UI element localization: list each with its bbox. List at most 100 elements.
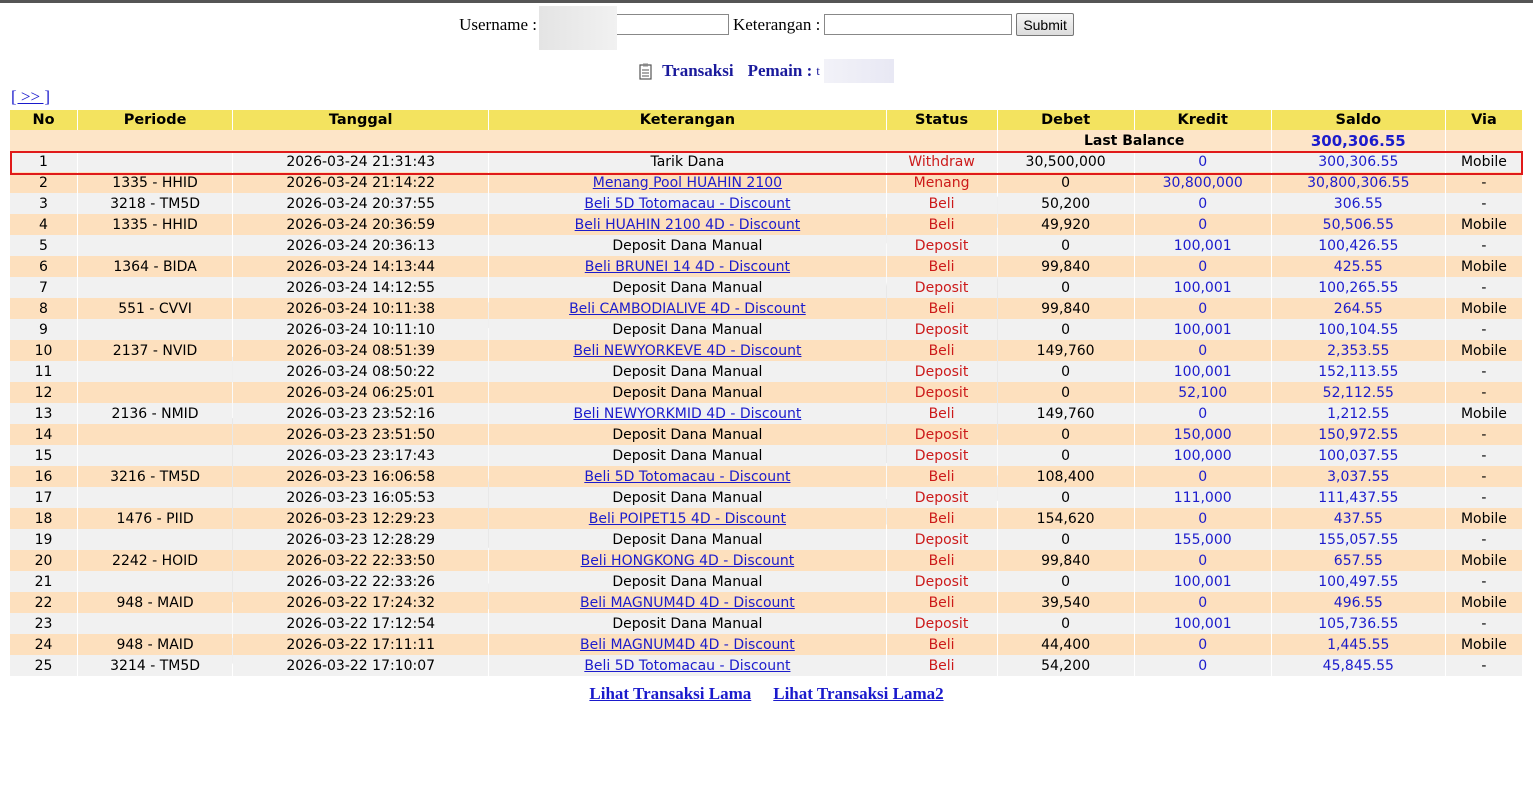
cell-periode: 2137 - NVID <box>78 340 233 361</box>
cell-tanggal: 2026-03-23 23:17:43 <box>233 445 489 466</box>
cell-status: Deposit <box>886 424 997 445</box>
transaction-detail-link[interactable]: Beli NEWYORKMID 4D - Discount <box>573 406 801 422</box>
transaction-detail-link[interactable]: Beli BRUNEI 14 4D - Discount <box>585 259 790 275</box>
cell-periode: 1476 - PIID <box>78 508 233 529</box>
cell-kredit: 0 <box>1134 151 1271 172</box>
keterangan-input[interactable] <box>824 14 1013 35</box>
table-header-row: No Periode Tanggal Keterangan Status Debet Kre… <box>10 110 1522 130</box>
cell-no: 25 <box>10 655 78 676</box>
search-form: Username : Keterangan : Submit <box>0 13 1533 36</box>
transaction-detail-link[interactable]: Beli MAGNUM4D 4D - Discount <box>580 637 795 653</box>
cell-saldo: 50,506.55 <box>1271 214 1445 235</box>
cell-status: Beli <box>886 256 997 277</box>
column-header: Via <box>1445 110 1522 130</box>
transaction-detail-link[interactable]: Beli MAGNUM4D 4D - Discount <box>580 595 795 611</box>
cell-keterangan: Deposit Dana Manual <box>489 382 886 403</box>
cell-status: Deposit <box>886 361 997 382</box>
cell-tanggal: 2026-03-23 12:29:23 <box>233 508 489 529</box>
transaction-detail-link[interactable]: Beli HUAHIN 2100 4D - Discount <box>575 217 801 233</box>
cell-via: - <box>1445 361 1522 382</box>
cell-via: Mobile <box>1445 256 1522 277</box>
table-row: 20 2242 - HOID 2026-03-22 22:33:50 Beli HON… <box>10 550 1522 571</box>
cell-no: 24 <box>10 634 78 655</box>
cell-saldo: 100,426.55 <box>1271 235 1445 256</box>
cell-kredit: 100,001 <box>1134 571 1271 592</box>
last-balance-value: 300,306.55 <box>1271 130 1445 151</box>
cell-keterangan: Beli MAGNUM4D 4D - Discount <box>489 592 886 613</box>
cell-periode: 1364 - BIDA <box>78 256 233 277</box>
transaction-detail-link[interactable]: Beli CAMBODIALIVE 4D - Discount <box>569 301 806 317</box>
cell-periode <box>78 319 233 340</box>
cell-via: Mobile <box>1445 634 1522 655</box>
cell-via: - <box>1445 424 1522 445</box>
last-balance-label: Last Balance <box>997 130 1271 151</box>
cell-periode: 3214 - TM5D <box>78 655 233 676</box>
cell-keterangan: Beli CAMBODIALIVE 4D - Discount <box>489 298 886 319</box>
transaction-detail-link[interactable]: Beli POIPET15 4D - Discount <box>589 511 786 527</box>
cell-debet: 99,840 <box>997 256 1134 277</box>
cell-saldo: 155,057.55 <box>1271 529 1445 550</box>
cell-tanggal: 2026-03-24 10:11:38 <box>233 298 489 319</box>
cell-kredit: 100,001 <box>1134 235 1271 256</box>
cell-kredit: 0 <box>1134 298 1271 319</box>
submit-button[interactable]: Submit <box>1016 13 1074 36</box>
cell-tanggal: 2026-03-23 16:06:58 <box>233 466 489 487</box>
cell-debet: 0 <box>997 529 1134 550</box>
cell-no: 12 <box>10 382 78 403</box>
cell-debet: 44,400 <box>997 634 1134 655</box>
cell-debet: 0 <box>997 613 1134 634</box>
transaction-detail-link[interactable]: Beli 5D Totomacau - Discount <box>584 658 790 674</box>
table-row: 23 2026-03-22 17:12:54 Deposit Dana Manual… <box>10 613 1522 634</box>
table-row: 6 1364 - BIDA 2026-03-24 14:13:44 Beli BRUN… <box>10 256 1522 277</box>
cell-saldo: 2,353.55 <box>1271 340 1445 361</box>
keterangan-label: Keterangan : <box>732 14 821 34</box>
table-row: 25 3214 - TM5D 2026-03-22 17:10:07 Beli 5D … <box>10 655 1522 676</box>
cell-saldo: 300,306.55 <box>1271 151 1445 172</box>
cell-keterangan: Deposit Dana Manual <box>489 571 886 592</box>
old-transactions2-link[interactable]: Lihat Transaksi Lama2 <box>773 684 943 704</box>
cell-saldo: 100,497.55 <box>1271 571 1445 592</box>
cell-via: Mobile <box>1445 214 1522 235</box>
transaction-detail-link[interactable]: Beli 5D Totomacau - Discount <box>584 469 790 485</box>
cell-debet: 0 <box>997 172 1134 193</box>
cell-via: - <box>1445 193 1522 214</box>
cell-tanggal: 2026-03-23 23:51:50 <box>233 424 489 445</box>
cell-saldo: 657.55 <box>1271 550 1445 571</box>
cell-via: - <box>1445 277 1522 298</box>
cell-periode <box>78 529 233 550</box>
cell-periode <box>78 382 233 403</box>
transaction-detail-link[interactable]: Beli 5D Totomacau - Discount <box>584 196 790 212</box>
transaction-detail-link[interactable]: Beli HONGKONG 4D - Discount <box>581 553 795 569</box>
cell-periode <box>78 424 233 445</box>
cell-debet: 0 <box>997 235 1134 256</box>
cell-no: 4 <box>10 214 78 235</box>
cell-kredit: 100,001 <box>1134 361 1271 382</box>
cell-debet: 30,500,000 <box>997 151 1134 172</box>
cell-saldo: 496.55 <box>1271 592 1445 613</box>
cell-via: Mobile <box>1445 151 1522 172</box>
transaction-table: No Periode Tanggal Keterangan Status Debet Kre… <box>9 110 1523 676</box>
table-row: 9 2026-03-24 10:11:10 Deposit Dana Manual D… <box>10 319 1522 340</box>
cell-tanggal: 2026-03-24 08:50:22 <box>233 361 489 382</box>
cell-no: 6 <box>10 256 78 277</box>
next-page-link[interactable]: [ >> ] <box>11 87 50 107</box>
old-transactions-link[interactable]: Lihat Transaksi Lama <box>589 684 751 704</box>
table-row: 3 3218 - TM5D 2026-03-24 20:37:55 Beli 5D T… <box>10 193 1522 214</box>
cell-status: Menang <box>886 172 997 193</box>
cell-kredit: 0 <box>1134 340 1271 361</box>
transaction-detail-link[interactable]: Menang Pool HUAHIN 2100 <box>593 175 782 191</box>
cell-kredit: 100,001 <box>1134 319 1271 340</box>
cell-saldo: 100,265.55 <box>1271 277 1445 298</box>
cell-status: Beli <box>886 466 997 487</box>
cell-kredit: 0 <box>1134 634 1271 655</box>
transaction-detail-link[interactable]: Beli NEWYORKEVE 4D - Discount <box>573 343 801 359</box>
cell-no: 3 <box>10 193 78 214</box>
cell-no: 7 <box>10 277 78 298</box>
table-row: 4 1335 - HHID 2026-03-24 20:36:59 Beli HUAH… <box>10 214 1522 235</box>
cell-no: 14 <box>10 424 78 445</box>
table-row: 16 3216 - TM5D 2026-03-23 16:06:58 Beli 5D … <box>10 466 1522 487</box>
column-header: Periode <box>78 110 233 130</box>
pemain-value: t <box>816 63 820 78</box>
table-row: 21 2026-03-22 22:33:26 Deposit Dana Manual… <box>10 571 1522 592</box>
cell-tanggal: 2026-03-24 21:14:22 <box>233 172 489 193</box>
